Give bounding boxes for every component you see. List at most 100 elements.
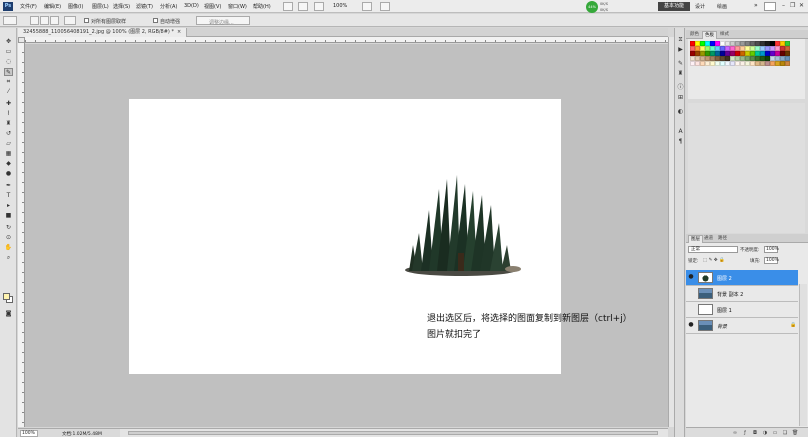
restore-icon[interactable]: ❐ xyxy=(790,2,795,9)
visibility-eye-icon[interactable] xyxy=(688,290,694,296)
menu-filter[interactable]: 滤镜(T) xyxy=(136,3,153,10)
new-group-icon[interactable]: ▭ xyxy=(772,430,778,436)
hand-tool-icon[interactable]: ✋ xyxy=(4,244,13,252)
mini-bridge-icon[interactable] xyxy=(298,2,308,11)
fill-field[interactable]: 100% xyxy=(764,257,779,264)
shape-tool-icon[interactable]: ■ xyxy=(4,212,13,220)
opacity-field[interactable]: 100% xyxy=(764,246,779,253)
crop-tool-icon[interactable]: ⌗ xyxy=(4,78,13,86)
menu-select[interactable]: 选择(S) xyxy=(113,3,130,10)
workspace-design[interactable]: 设计 xyxy=(695,3,705,10)
lock-icons[interactable]: ⬚ ✎ ✥ 🔒 xyxy=(703,258,725,263)
bridge-icon[interactable] xyxy=(283,2,293,11)
add-to-selection-icon[interactable] xyxy=(40,16,49,25)
path-selection-icon[interactable]: ▸ xyxy=(4,202,13,210)
history-panel-icon[interactable]: ⧖ xyxy=(677,36,684,43)
horizontal-scroll-thumb[interactable] xyxy=(128,431,658,435)
layer-row-layer1[interactable]: 图层 1 xyxy=(686,302,798,318)
zoom-level[interactable]: 100% xyxy=(333,3,347,9)
healing-brush-icon[interactable]: ✚ xyxy=(4,100,13,108)
new-selection-icon[interactable] xyxy=(30,16,39,25)
auto-enhance-checkbox[interactable] xyxy=(153,18,158,23)
menu-file[interactable]: 文件(F) xyxy=(20,3,37,10)
mask-panel-icon[interactable]: ◐ xyxy=(677,108,684,115)
add-mask-icon[interactable]: ◘ xyxy=(752,430,758,436)
eyedropper-tool-icon[interactable]: ⁄ xyxy=(4,88,13,96)
more-workspaces-icon[interactable]: » xyxy=(754,2,758,9)
3d-camera-icon[interactable]: ⊙ xyxy=(4,234,13,242)
tab-paths[interactable]: 路径 xyxy=(716,235,729,243)
blur-tool-icon[interactable]: ◆ xyxy=(4,160,13,168)
horizontal-ruler[interactable] xyxy=(25,37,668,43)
swatch-grid[interactable] xyxy=(690,41,790,66)
character-panel-icon[interactable]: A xyxy=(677,128,684,135)
vertical-ruler[interactable] xyxy=(18,43,25,427)
history-brush-icon[interactable]: ↺ xyxy=(4,130,13,138)
brush-tool-icon[interactable]: ⌇ xyxy=(4,110,13,118)
tab-layers[interactable]: 图层 xyxy=(688,235,703,243)
eraser-tool-icon[interactable]: ▱ xyxy=(4,140,13,148)
subtract-selection-icon[interactable] xyxy=(50,16,59,25)
type-tool-icon[interactable]: T xyxy=(4,192,13,200)
clone-source-icon[interactable]: ♜ xyxy=(677,70,684,77)
menu-3d[interactable]: 3D(D) xyxy=(184,3,199,9)
horizontal-scrollbar[interactable] xyxy=(120,428,668,437)
marquee-tool-icon[interactable]: ▭ xyxy=(4,48,13,56)
paragraph-panel-icon[interactable]: ¶ xyxy=(677,138,684,145)
status-zoom-field[interactable]: 100% xyxy=(20,430,38,437)
close-tab-icon[interactable]: × xyxy=(177,29,181,35)
info-panel-icon[interactable]: ⓘ xyxy=(677,84,684,91)
quick-selection-tool-icon[interactable]: ✎ xyxy=(4,68,13,76)
dodge-tool-icon[interactable]: ● xyxy=(4,170,13,178)
brush-panel-icon[interactable]: ✎ xyxy=(677,60,684,67)
brush-size-icon[interactable] xyxy=(64,16,76,25)
quick-mask-icon[interactable]: ◙ xyxy=(4,310,13,318)
menu-view[interactable]: 视图(V) xyxy=(204,3,221,10)
workspace-essentials-button[interactable]: 基本功能 xyxy=(658,2,690,11)
tab-swatches[interactable]: 色板 xyxy=(702,31,717,39)
color-swatch[interactable] xyxy=(785,61,790,66)
move-tool-icon[interactable]: ✥ xyxy=(4,38,13,46)
tab-color[interactable]: 颜色 xyxy=(688,31,701,39)
visibility-eye-icon[interactable] xyxy=(688,306,694,312)
tool-preset-icon[interactable] xyxy=(3,16,17,25)
close-icon[interactable]: ✕ xyxy=(799,2,804,9)
foreground-color-swatch[interactable] xyxy=(3,293,10,300)
arrange-documents-icon[interactable] xyxy=(362,2,372,11)
3d-rotate-icon[interactable]: ↻ xyxy=(4,224,13,232)
clone-stamp-icon[interactable]: ♜ xyxy=(4,120,13,128)
screen-mode-icon[interactable] xyxy=(380,2,390,11)
workspace-painting[interactable]: 绘画 xyxy=(717,3,727,10)
blend-mode-select[interactable]: 正常 xyxy=(688,246,738,253)
layer-style-icon[interactable]: ƒ xyxy=(742,430,748,436)
menu-help[interactable]: 帮助(H) xyxy=(253,3,271,10)
refine-edge-button[interactable]: 调整边缘... xyxy=(196,16,250,26)
visibility-eye-icon[interactable]: ● xyxy=(688,322,694,328)
lasso-tool-icon[interactable]: ◌ xyxy=(4,58,13,66)
tab-styles[interactable]: 样式 xyxy=(718,31,731,39)
link-layers-icon[interactable]: ∞ xyxy=(732,430,738,436)
extras-icon[interactable] xyxy=(314,2,324,11)
delete-layer-icon[interactable]: 🗑 xyxy=(792,430,798,436)
navigator-icon[interactable]: ⊞ xyxy=(677,94,684,101)
layers-scrollbar[interactable] xyxy=(799,284,807,426)
menu-layer[interactable]: 图层(L) xyxy=(92,3,109,10)
document-size-info[interactable]: 文档:1.02M/5.48M xyxy=(62,431,102,437)
menu-image[interactable]: 图像(I) xyxy=(68,3,83,10)
layer-row-layer2[interactable]: ● 图层 2 xyxy=(686,270,798,286)
pen-tool-icon[interactable]: ✒ xyxy=(4,182,13,190)
layer-row-background-copy2[interactable]: 背景 副本 2 xyxy=(686,286,798,302)
document-tab[interactable]: 32455888_110056408191_2.jpg @ 100% (图层 2… xyxy=(18,28,188,37)
visibility-eye-icon[interactable]: ● xyxy=(688,274,694,280)
menu-edit[interactable]: 编辑(E) xyxy=(44,3,61,10)
gradient-tool-icon[interactable]: ▦ xyxy=(4,150,13,158)
layer-row-background[interactable]: ● 背景 🔒 xyxy=(686,318,798,334)
menu-analysis[interactable]: 分析(A) xyxy=(160,3,177,10)
cs-live-search[interactable] xyxy=(764,2,776,11)
minimize-icon[interactable]: – xyxy=(782,2,785,9)
zoom-tool-icon[interactable]: ⌕ xyxy=(4,254,13,262)
adjustment-layer-icon[interactable]: ◑ xyxy=(762,430,768,436)
tab-channels[interactable]: 通道 xyxy=(702,235,715,243)
new-layer-icon[interactable]: ❏ xyxy=(782,430,788,436)
actions-panel-icon[interactable]: ▶ xyxy=(677,46,684,53)
